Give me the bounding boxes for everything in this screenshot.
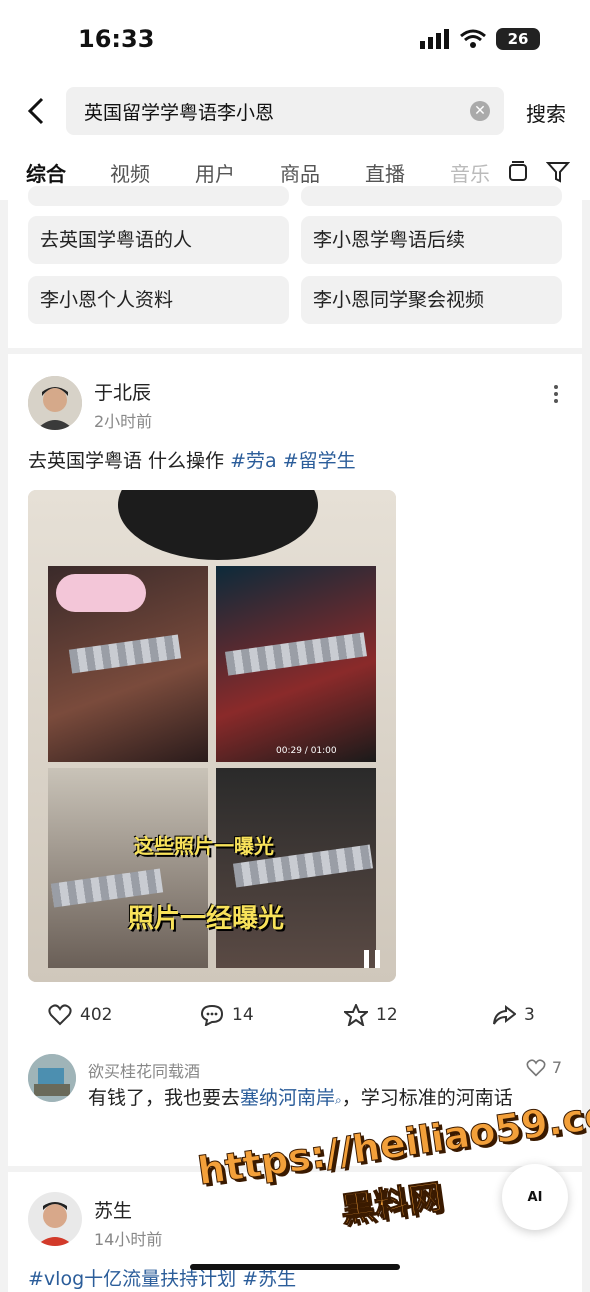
comment-like-button[interactable]: 7 <box>526 1058 562 1077</box>
suggestion-chip-partial[interactable] <box>301 186 562 206</box>
tab-users[interactable]: 用户 <box>195 158 235 187</box>
post-text: 去英国学粤语 什么操作 #劳a #留学生 <box>28 450 356 472</box>
suggestion-chip[interactable]: 李小恩个人资料 <box>28 276 289 324</box>
favorite-button[interactable]: 12 <box>344 1004 398 1026</box>
share-button[interactable]: 3 <box>492 1004 535 1026</box>
clock: 16:33 <box>78 25 155 53</box>
action-bar: 402 14 12 3 <box>8 1004 582 1034</box>
suggestion-chip[interactable]: 李小恩学粤语后续 <box>301 216 562 264</box>
comment-icon <box>200 1004 224 1026</box>
photo-panel: 00:29 / 01:00 <box>216 566 376 762</box>
author-name[interactable]: 苏生 <box>94 1196 132 1223</box>
search-input[interactable]: 英国留学学粤语李小恩 ✕ <box>66 87 504 135</box>
video-thumbnail[interactable]: 00:29 / 01:00 这些照片一曝光 照片一经曝光 <box>28 490 396 982</box>
commenter-avatar[interactable] <box>28 1054 76 1102</box>
share-icon <box>493 1004 516 1025</box>
wifi-icon <box>460 29 486 48</box>
avatar[interactable] <box>28 376 82 430</box>
photo-panel <box>48 768 208 968</box>
star-icon <box>344 1004 368 1026</box>
related-searches: 去英国学粤语的人 李小恩学粤语后续 李小恩个人资料 李小恩同学聚会视频 <box>8 186 582 348</box>
back-arrow-icon[interactable] <box>22 96 52 126</box>
battery-indicator: 26 <box>496 28 540 50</box>
post-time: 2小时前 <box>94 412 153 431</box>
search-mini-icon: ⌕ <box>335 1093 342 1107</box>
overlay-caption: 照片一经曝光 <box>128 904 285 934</box>
clear-icon[interactable]: ✕ <box>470 101 490 121</box>
post-card: 苏生 14小时前 #vlog十亿流量扶持计划 #苏生 <box>8 1172 582 1292</box>
suggestion-chip[interactable]: 去英国学粤语的人 <box>28 216 289 264</box>
hashtag[interactable]: #留学生 <box>283 450 356 472</box>
author-name[interactable]: 于北辰 <box>94 378 151 405</box>
commenter-name[interactable]: 欲买桂花同载酒 <box>88 1058 200 1082</box>
pause-icon[interactable] <box>364 950 380 968</box>
overlay-caption: 这些照片一曝光 <box>134 834 274 858</box>
hashtag[interactable]: #劳a <box>230 450 277 472</box>
search-bar: 英国留学学粤语李小恩 ✕ 搜索 <box>0 80 590 142</box>
tab-products[interactable]: 商品 <box>280 158 320 187</box>
filter-icon[interactable] <box>546 160 570 184</box>
search-query: 英国留学学粤语李小恩 <box>84 101 275 124</box>
photo-panel <box>216 768 376 968</box>
more-options-icon[interactable] <box>554 382 560 406</box>
ai-assistant-button[interactable]: AI <box>502 1164 568 1230</box>
layout-toggle-icon[interactable] <box>506 160 530 184</box>
tab-music[interactable]: 音乐 <box>450 158 494 187</box>
search-button[interactable]: 搜索 <box>526 98 566 127</box>
tab-all[interactable]: 综合 <box>26 158 66 187</box>
heart-icon <box>48 1004 72 1026</box>
avatar[interactable] <box>28 1192 82 1246</box>
suggestion-chip-partial[interactable] <box>28 186 289 206</box>
post-time: 14小时前 <box>94 1230 163 1249</box>
comment-button[interactable]: 14 <box>200 1004 254 1026</box>
post-card: 于北辰 2小时前 去英国学粤语 什么操作 #劳a #留学生 00:29 / 01… <box>8 354 582 1166</box>
heart-icon <box>526 1058 546 1077</box>
like-button[interactable]: 402 <box>48 1004 112 1026</box>
status-bar: 16:33 26 <box>0 0 590 80</box>
suggestion-chip[interactable]: 李小恩同学聚会视频 <box>301 276 562 324</box>
home-indicator <box>190 1264 400 1270</box>
cellular-signal-icon <box>420 29 449 49</box>
tab-video[interactable]: 视频 <box>110 158 150 187</box>
tab-live[interactable]: 直播 <box>365 158 405 187</box>
photo-panel <box>48 566 208 762</box>
comment-search-link[interactable]: 塞纳河南岸 <box>240 1087 335 1109</box>
